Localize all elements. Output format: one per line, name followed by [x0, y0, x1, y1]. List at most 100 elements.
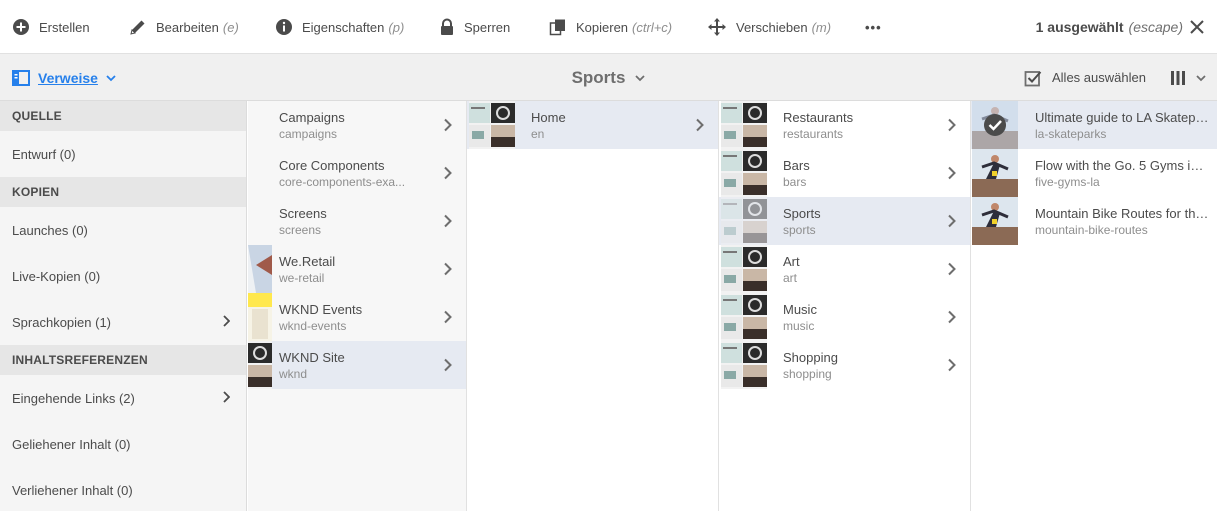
chevron-right-icon[interactable] [443, 214, 452, 228]
page-title-text: Sports [571, 67, 626, 87]
rail-item-borrowed-content[interactable]: Geliehener Inhalt (0) [0, 421, 246, 467]
more-icon: ••• [865, 19, 882, 35]
page-thumbnail [469, 101, 515, 149]
view-switcher[interactable] [1170, 54, 1206, 101]
chevron-right-icon[interactable] [443, 310, 452, 324]
page-thumbnail [721, 245, 767, 293]
rail-item-launches[interactable]: Launches (0) [0, 207, 246, 253]
chevron-right-icon[interactable] [947, 358, 956, 372]
item-name: bars [783, 175, 807, 189]
column-item[interactable]: Music music [719, 293, 970, 341]
item-name: en [531, 127, 545, 141]
column-item[interactable]: Restaurants restaurants [719, 101, 970, 149]
column-item[interactable]: Screens screens [248, 197, 466, 245]
item-name: wknd [279, 367, 308, 381]
column-item[interactable]: Core Components core-components-exa... [248, 149, 466, 197]
chevron-right-icon[interactable] [443, 118, 452, 132]
column-view-icon [1171, 70, 1185, 85]
item-name: screens [279, 223, 322, 237]
page-thumbnail [972, 197, 1018, 245]
info-icon [276, 19, 292, 35]
rail-item-language-copies[interactable]: Sprachkopien (1) [0, 299, 246, 345]
chevron-down-icon [1196, 74, 1206, 81]
column-home: Restaurants restaurants Bars bars Sports sp… [719, 101, 971, 511]
item-name: sports [783, 223, 816, 237]
selection-count-label: 1 ausgewählt [1035, 19, 1124, 35]
edit-button[interactable]: Bearbeiten (e) [129, 0, 239, 54]
page-thumbnail [248, 293, 272, 341]
item-title: WKND Site [279, 350, 345, 365]
chevron-right-icon[interactable] [443, 358, 452, 372]
chevron-right-icon[interactable] [947, 118, 956, 132]
chevron-right-icon[interactable] [947, 262, 956, 276]
select-all-button[interactable]: Alles auswählen [1024, 54, 1146, 101]
item-title: Restaurants [783, 110, 854, 125]
rail-item-lent-content[interactable]: Verliehener Inhalt (0) [0, 467, 246, 511]
column-item[interactable]: We.Retail we-retail [248, 245, 466, 293]
rail-item-label: Live-Kopien (0) [12, 268, 101, 284]
item-name: five-gyms-la [1035, 175, 1100, 189]
create-button[interactable]: Erstellen [12, 0, 90, 54]
more-actions-button[interactable]: ••• [865, 0, 882, 54]
chevron-right-icon[interactable] [443, 262, 452, 276]
item-title: Home [531, 110, 566, 125]
rail-item-live-copies[interactable]: Live-Kopien (0) [0, 253, 246, 299]
rail-item-draft[interactable]: Entwurf (0) [0, 131, 246, 177]
rail-section-header: KOPIEN [0, 177, 246, 207]
column-item[interactable]: Campaigns campaigns [248, 101, 466, 149]
column-item[interactable]: Art art [719, 245, 970, 293]
rail-item-label: Verliehener Inhalt (0) [12, 482, 133, 498]
column-item[interactable]: Flow with the Go. 5 Gyms in LA. five-gyms… [971, 149, 1217, 197]
item-title: Sports [783, 206, 821, 221]
rail-item-label: Launches (0) [12, 222, 88, 238]
column-item[interactable]: Mountain Bike Routes for the ... mountain… [971, 197, 1217, 245]
column-item[interactable]: WKND Events wknd-events [248, 293, 466, 341]
properties-button[interactable]: Eigenschaften (p) [275, 0, 404, 54]
column-item[interactable]: Bars bars [719, 149, 970, 197]
close-selection-icon[interactable] [1187, 17, 1207, 37]
chevron-right-icon[interactable] [947, 310, 956, 324]
chevron-right-icon[interactable] [947, 214, 956, 228]
selection-count: 1 ausgewählt (escape) [1036, 0, 1183, 54]
column-wknd-site: Home en [467, 101, 719, 511]
column-item[interactable]: Home en [467, 101, 718, 149]
chevron-right-icon[interactable] [695, 118, 704, 132]
item-title: Ultimate guide to LA Skateparks. [1035, 110, 1210, 125]
item-title: Flow with the Go. 5 Gyms in LA. [1035, 158, 1210, 173]
chevron-right-icon[interactable] [443, 166, 452, 180]
chevron-down-icon [635, 74, 646, 81]
page-thumbnail [721, 197, 767, 245]
rail-item-label: Entwurf (0) [12, 146, 76, 162]
checkbox-icon [1024, 70, 1042, 86]
column-item[interactable]: Sports sports [719, 197, 970, 245]
copy-label: Kopieren [576, 19, 629, 35]
column-item[interactable]: Shopping shopping [719, 341, 970, 389]
page-thumbnail [248, 245, 272, 293]
select-all-label: Alles auswählen [1052, 70, 1146, 85]
copy-button[interactable]: Kopieren (ctrl+c) [549, 0, 672, 54]
selection-escape-hint: (escape) [1128, 19, 1183, 35]
rail-item-label: Sprachkopien (1) [12, 314, 111, 330]
move-shortcut-hint: (m) [811, 19, 832, 35]
copy-icon [549, 19, 565, 36]
item-name: campaigns [279, 127, 338, 141]
add-circle-icon [13, 19, 29, 35]
item-title: Screens [279, 206, 327, 221]
move-icon [708, 18, 726, 36]
page-thumbnail [248, 341, 272, 389]
move-button[interactable]: Verschieben (m) [707, 0, 831, 54]
column-item[interactable]: Ultimate guide to LA Skateparks. la-skate… [971, 101, 1217, 149]
rail-item-incoming-links[interactable]: Eingehende Links (2) [0, 375, 246, 421]
lock-button[interactable]: Sperren [439, 0, 510, 54]
rail-item-label: Eingehende Links (2) [12, 390, 135, 406]
references-rail: QUELLE Entwurf (0) KOPIEN Launches (0) L… [0, 101, 247, 511]
chevron-right-icon[interactable] [947, 166, 956, 180]
rail-panel-icon [12, 69, 30, 86]
item-name: la-skateparks [1035, 127, 1107, 141]
column-item[interactable]: WKND Site wknd [248, 341, 466, 389]
item-name: shopping [783, 367, 832, 381]
properties-label: Eigenschaften [302, 19, 385, 35]
page-thumbnail [721, 101, 767, 149]
rail-toggle-button[interactable]: Verweise [12, 54, 116, 101]
chevron-down-icon [106, 74, 116, 81]
